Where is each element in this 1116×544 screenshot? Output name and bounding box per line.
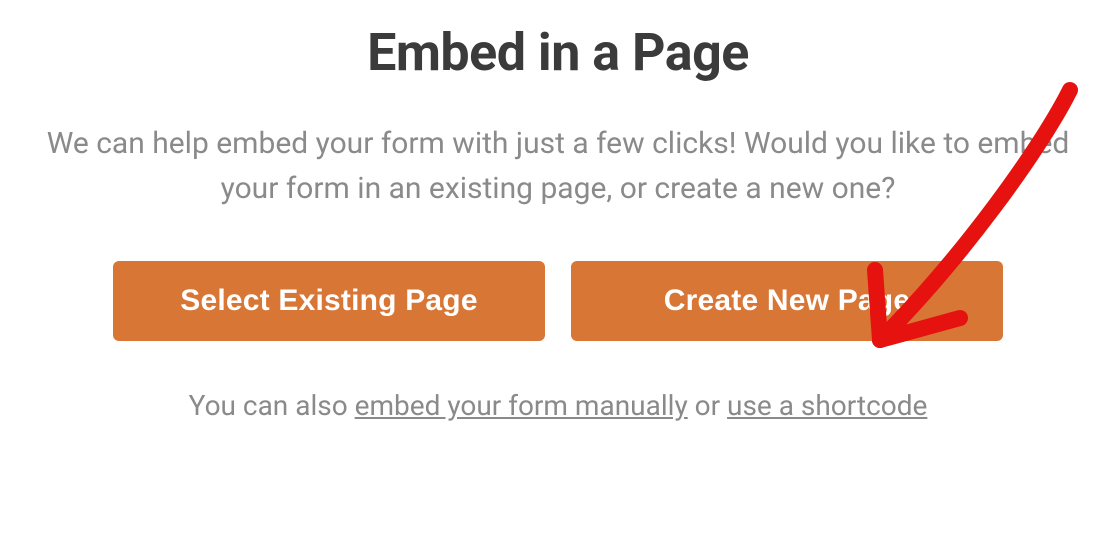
footer-text: You can also embed your form manually or… [189, 389, 928, 422]
create-new-page-button[interactable]: Create New Page [571, 261, 1003, 341]
footer-middle: or [688, 389, 727, 422]
select-existing-page-button[interactable]: Select Existing Page [113, 261, 545, 341]
embed-manually-link[interactable]: embed your form manually [355, 389, 688, 422]
use-shortcode-link[interactable]: use a shortcode [727, 389, 927, 422]
button-row: Select Existing Page Create New Page [113, 261, 1003, 341]
modal-title: Embed in a Page [367, 22, 749, 83]
footer-prefix: You can also [189, 389, 355, 422]
modal-description: We can help embed your form with just a … [28, 121, 1088, 211]
